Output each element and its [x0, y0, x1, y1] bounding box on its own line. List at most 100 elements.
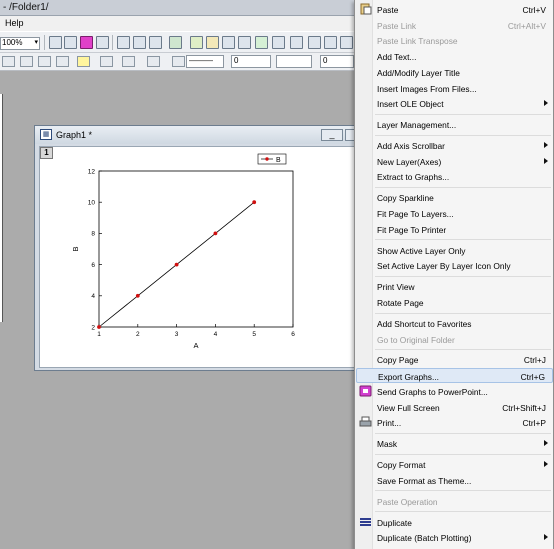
brush-icon[interactable]	[122, 56, 135, 67]
notes-icon[interactable]	[272, 36, 285, 49]
font-color-icon[interactable]	[56, 56, 69, 67]
menu-item-duplicate-batch-plotting[interactable]: Duplicate (Batch Plotting)	[356, 530, 553, 545]
submenu-arrow-icon	[544, 461, 548, 467]
menu-item-print-view[interactable]: Print View	[356, 279, 553, 294]
menu-item-label: Export Graphs...	[378, 372, 439, 383]
menu-item-label: Paste Link	[377, 20, 417, 31]
pen-icon[interactable]	[147, 56, 160, 67]
align-icon[interactable]	[38, 56, 51, 67]
menu-item-add-shortcut-to-favorites[interactable]: Add Shortcut to Favorites	[356, 316, 553, 331]
menu-item-print[interactable]: Print... Ctrl+P	[356, 415, 553, 430]
add-icon[interactable]	[255, 36, 268, 49]
menu-item-label: Fit Page To Printer	[377, 224, 447, 235]
graph-page[interactable]: 1 2 3 4 5 6 2 4 6 8 10 12 A B B 1	[39, 146, 355, 368]
tools-icon[interactable]	[290, 36, 303, 49]
toolbar-separator	[44, 35, 45, 50]
x-axis-label: A	[193, 341, 198, 350]
code-icon[interactable]	[238, 36, 251, 49]
zoom-combo[interactable]: 100% ▾	[0, 37, 40, 50]
menu-item-add-axis-scrollbar[interactable]: Add Axis Scrollbar	[356, 138, 553, 153]
menu-item-label: Layer Management...	[377, 120, 457, 131]
menu-item-label: Fit Page To Layers...	[377, 209, 454, 219]
line-color-icon[interactable]	[100, 56, 113, 67]
menu-item-set-active-layer-by-layer-icon-only[interactable]: Set Active Layer By Layer Icon Only	[356, 258, 553, 273]
fill-color-icon[interactable]	[2, 56, 15, 67]
results-icon[interactable]	[222, 36, 235, 49]
symbol-icon[interactable]	[172, 56, 185, 67]
menu-item-mask[interactable]: Mask	[356, 436, 553, 451]
duplicate-icon	[359, 516, 372, 528]
menu-item-paste[interactable]: Paste Ctrl+V	[356, 2, 553, 17]
menu-item-rotate-page[interactable]: Rotate Page	[356, 295, 553, 310]
menu-item-copy-sparkline[interactable]: Copy Sparkline	[356, 190, 553, 205]
menu-item-show-active-layer-only[interactable]: Show Active Layer Only	[356, 243, 553, 258]
menu-item-label: Paste Operation	[377, 496, 438, 507]
legend-label: B	[276, 157, 281, 164]
image-icon[interactable]	[206, 36, 219, 49]
menu-separator	[375, 134, 551, 136]
submenu-arrow-icon	[544, 142, 548, 148]
graph-window[interactable]: ▦ Graph1 * _ 1 2 3 4 5 6 2 4 6 8 10 12 A B B 1	[34, 125, 364, 371]
menu-item-fit-page-to-layers[interactable]: Fit Page To Layers...	[356, 206, 553, 221]
menu-item-view-full-screen[interactable]: View Full Screen Ctrl+Shift+J	[356, 400, 553, 415]
menu-item-paste-link-transpose: Paste Link Transpose	[356, 33, 553, 48]
line-style-combo[interactable]: ———	[186, 55, 224, 68]
y-tick-label: 12	[88, 168, 96, 175]
axes-icon[interactable]	[308, 36, 321, 49]
menu-help[interactable]: Help	[5, 18, 24, 28]
menu-item-add-text[interactable]: Add Text...	[356, 49, 553, 64]
graph-icon[interactable]	[190, 36, 203, 49]
line-width-combo[interactable]: 0	[231, 55, 271, 68]
menu-item-label: Copy Sparkline	[377, 193, 434, 204]
menu-item-layer-management[interactable]: Layer Management...	[356, 117, 553, 132]
menu-item-export-graphs[interactable]: Export Graphs... Ctrl+G	[356, 368, 553, 384]
menu-item-label: Rotate Page	[377, 297, 424, 308]
menu-item-new-layer-axes[interactable]: New Layer(Axes)	[356, 154, 553, 169]
menu-item-save-format-as-theme[interactable]: Save Format as Theme...	[356, 473, 553, 488]
pattern-icon[interactable]	[20, 56, 33, 67]
border-style-combo[interactable]	[276, 55, 312, 68]
menu-item-label: Extract to Graphs...	[377, 172, 450, 183]
edit-icon[interactable]	[117, 36, 130, 49]
minimize-button[interactable]: _	[321, 129, 343, 141]
worksheet-icon[interactable]	[133, 36, 146, 49]
y-tick-label: 8	[91, 231, 95, 238]
menu-item-extract-to-graphs[interactable]: Extract to Graphs...	[356, 169, 553, 184]
x-tick-label: 6	[291, 331, 295, 338]
x-tick-label: 4	[214, 331, 218, 338]
project-tree-icon[interactable]	[169, 36, 182, 49]
menu-item-insert-ole-object[interactable]: Insert OLE Object	[356, 96, 553, 111]
layout-icon[interactable]	[96, 36, 109, 49]
menu-item-insert-images-from-files[interactable]: Insert Images From Files...	[356, 81, 553, 96]
menu-item-fit-page-to-printer[interactable]: Fit Page To Printer	[356, 222, 553, 237]
rescale-icon[interactable]	[324, 36, 337, 49]
refresh-icon[interactable]	[64, 36, 77, 49]
graph-window-titlebar[interactable]: ▦ Graph1 * _	[35, 126, 363, 144]
menu-item-label: Duplicate	[377, 517, 412, 528]
context-menu: Paste Ctrl+V Paste Link Ctrl+Alt+V Paste Lin…	[354, 0, 554, 549]
menu-item-shortcut: Ctrl+V	[522, 5, 546, 15]
menu-item-copy-page[interactable]: Copy Page Ctrl+J	[356, 352, 553, 367]
print-icon[interactable]	[49, 36, 62, 49]
line-chart[interactable]: 1 2 3 4 5 624681012ABB	[40, 147, 356, 369]
powerpoint-icon[interactable]	[80, 36, 93, 49]
menu-item-duplicate[interactable]: Duplicate	[356, 515, 553, 530]
menu-item-copy-format[interactable]: Copy Format	[356, 457, 553, 472]
size-combo[interactable]: 0	[320, 55, 354, 68]
highlight-icon[interactable]	[77, 56, 90, 67]
text-tool-icon[interactable]	[340, 36, 353, 49]
matrix-icon[interactable]	[149, 36, 162, 49]
submenu-arrow-icon	[544, 534, 548, 541]
menu-item-label: Send Graphs to PowerPoint...	[377, 386, 488, 397]
toolbar-separator	[112, 35, 113, 50]
menu-item-send-graphs-to-powerpoint[interactable]: Send Graphs to PowerPoint...	[356, 384, 553, 399]
layer-tab[interactable]: 1	[40, 147, 53, 159]
menu-item-label: Paste	[377, 5, 399, 15]
menu-item-label: Mask	[377, 439, 398, 450]
data-point	[97, 325, 101, 329]
menu-item-go-to-original-folder: Go to Original Folder	[356, 332, 553, 347]
menu-item-label: Go to Original Folder	[377, 334, 455, 345]
menu-item-paste-operation: Paste Operation	[356, 494, 553, 509]
x-tick-label: 1	[97, 331, 101, 338]
menu-item-add-modify-layer-title[interactable]: Add/Modify Layer Title	[356, 65, 553, 80]
